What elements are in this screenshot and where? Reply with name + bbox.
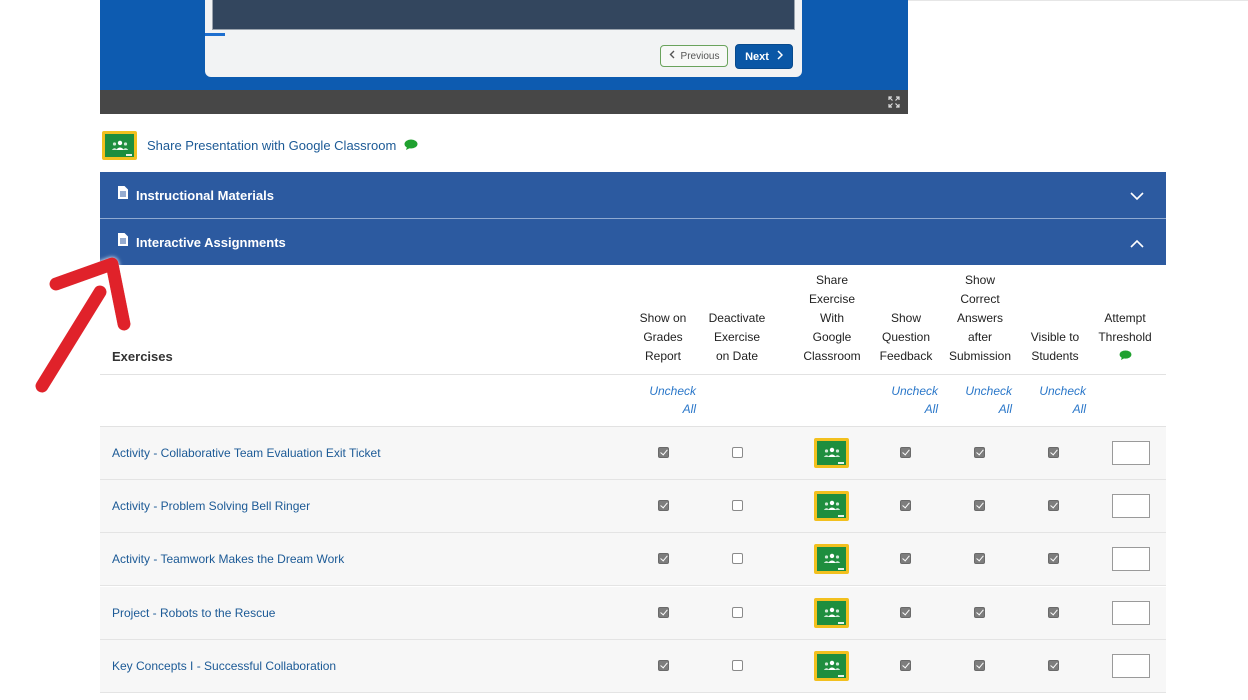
google-classroom-icon[interactable] [814,438,849,468]
exercise-link[interactable]: Activity - Teamwork Makes the Dream Work [112,552,344,566]
visible-checkbox[interactable] [1048,553,1059,564]
grades-checkbox[interactable] [658,553,669,564]
document-icon [118,186,136,204]
interactive-assignments-title: Interactive Assignments [136,234,286,250]
grades-column-header: Show on Grades Report [639,311,687,363]
google-classroom-icon[interactable] [814,651,849,681]
grades-checkbox[interactable] [658,607,669,618]
attempt-threshold-input[interactable] [1112,654,1150,678]
viewer-toolbar [100,90,908,114]
grades-checkbox[interactable] [658,447,669,458]
uncheck-all-grades[interactable]: Uncheck All [646,382,696,418]
share-classroom-column-header: Share Exercise With Google Classroom [803,273,861,363]
chevron-left-icon [669,50,675,62]
comment-icon[interactable] [1093,347,1157,366]
chevron-up-icon[interactable] [1130,235,1144,253]
deactivate-checkbox[interactable] [732,553,743,564]
interactive-assignments-header[interactable]: Interactive Assignments [100,219,1166,265]
correct-checkbox[interactable] [974,607,985,618]
previous-label: Previous [680,50,720,62]
google-classroom-icon[interactable] [102,131,137,160]
correct-answers-column-header: Show Correct Answers after Submission [948,273,1012,363]
google-classroom-icon[interactable] [814,491,849,521]
table-row: Key Concepts I - Successful Collaboratio… [100,640,1166,693]
exercise-link[interactable]: Key Concepts I - Successful Collaboratio… [112,659,336,673]
document-icon [118,233,136,251]
uncheck-all-visible[interactable]: Uncheck All [1036,382,1086,418]
exercise-link[interactable]: Activity - Problem Solving Bell Ringer [112,499,310,513]
visible-checkbox[interactable] [1048,447,1059,458]
grades-checkbox[interactable] [658,660,669,671]
visible-checkbox[interactable] [1048,607,1059,618]
uncheck-all-feedback[interactable]: Uncheck All [888,382,938,418]
deactivate-checkbox[interactable] [732,607,743,618]
exercise-link[interactable]: Activity - Collaborative Team Evaluation… [112,446,381,460]
next-button[interactable]: Next [735,44,793,69]
grades-checkbox[interactable] [658,500,669,511]
exercises-table-header: Exercises Show on Grades Report Deactivate… [100,265,1166,375]
exercise-link[interactable]: Project - Robots to the Rescue [112,606,275,620]
feedback-checkbox[interactable] [900,447,911,458]
attempt-threshold-input[interactable] [1112,441,1150,465]
deactivate-checkbox[interactable] [732,447,743,458]
table-row: Activity - Teamwork Makes the Dream Work [100,533,1166,586]
attempt-threshold-input[interactable] [1112,601,1150,625]
feedback-checkbox[interactable] [900,500,911,511]
visible-checkbox[interactable] [1048,500,1059,511]
correct-checkbox[interactable] [974,500,985,511]
correct-checkbox[interactable] [974,553,985,564]
share-presentation-link[interactable]: Share Presentation with Google Classroom [147,138,396,153]
question-feedback-column-header: Show Question Feedback [879,311,933,363]
chevron-right-icon [777,50,783,63]
correct-checkbox[interactable] [974,660,985,671]
feedback-checkbox[interactable] [900,660,911,671]
instructional-materials-header[interactable]: Instructional Materials [100,172,1166,218]
uncheck-all-row: Uncheck All Uncheck All Uncheck All Uncheck… [100,375,1166,427]
google-classroom-icon[interactable] [814,544,849,574]
deactivate-column-header: Deactivate Exercise on Date [708,311,766,363]
correct-checkbox[interactable] [974,447,985,458]
chevron-down-icon[interactable] [1130,188,1144,206]
slide-screen [212,0,795,30]
attempt-threshold-input[interactable] [1112,547,1150,571]
red-arrow-icon [35,257,131,393]
attempt-threshold-input[interactable] [1112,494,1150,518]
comment-icon[interactable] [404,137,418,155]
table-row: Project - Robots to the Rescue [100,587,1166,640]
share-presentation-row: Share Presentation with Google Classroom [102,131,418,160]
slide-card: Previous Next [205,0,802,77]
uncheck-all-correct-answers[interactable]: Uncheck All [962,382,1012,418]
top-divider [908,0,1248,1]
google-classroom-icon[interactable] [814,598,849,628]
deactivate-checkbox[interactable] [732,500,743,511]
feedback-checkbox[interactable] [900,607,911,618]
table-row: Activity - Collaborative Team Evaluation… [100,427,1166,480]
fullscreen-icon[interactable] [888,96,900,110]
instructional-materials-title: Instructional Materials [136,187,274,203]
deactivate-checkbox[interactable] [732,660,743,671]
feedback-checkbox[interactable] [900,553,911,564]
visible-column-header: Visible to Students [1030,330,1080,363]
visible-checkbox[interactable] [1048,660,1059,671]
table-row: Activity - Problem Solving Bell Ringer [100,480,1166,533]
next-label: Next [745,50,769,63]
slide-progress-bar [205,33,225,36]
previous-button[interactable]: Previous [660,45,728,67]
presentation-viewer: Previous Next [100,0,908,114]
attempt-threshold-column-header: Attempt Threshold [1093,309,1157,366]
